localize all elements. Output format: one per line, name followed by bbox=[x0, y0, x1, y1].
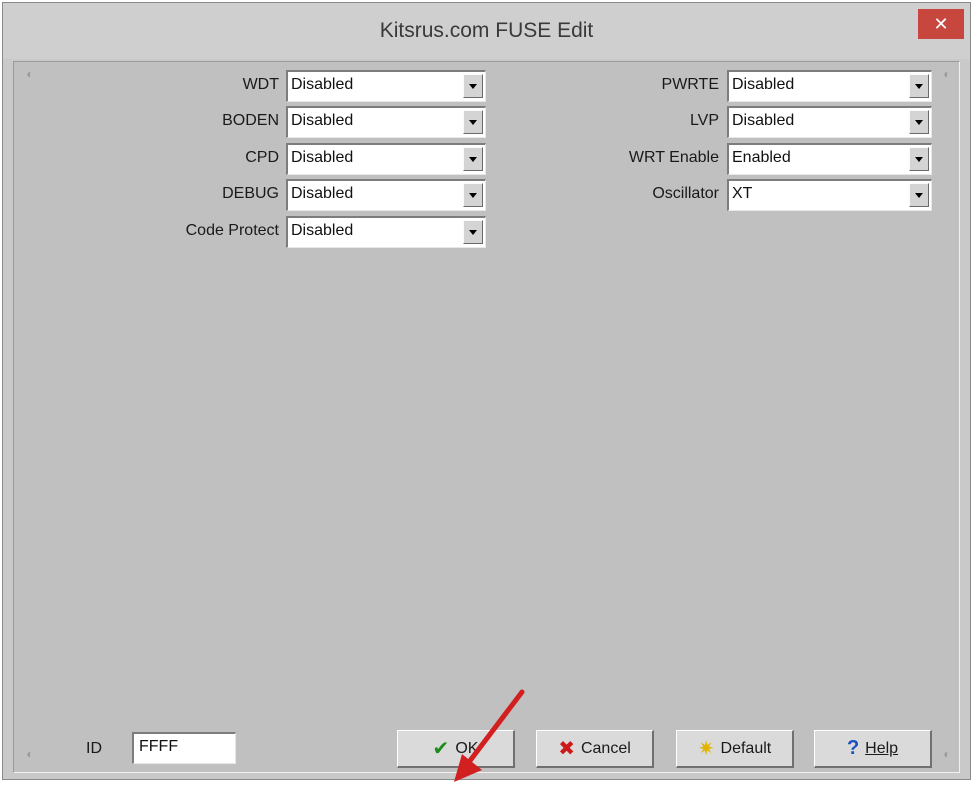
resize-corner-icon: ◐ bbox=[26, 747, 34, 761]
chevron-down-icon[interactable] bbox=[909, 147, 929, 171]
oscillator-select[interactable]: XT bbox=[727, 179, 932, 211]
checkmark-icon: ✔ bbox=[432, 738, 450, 760]
help-button[interactable]: ? Help bbox=[814, 730, 932, 768]
resize-corner-icon: ◐ bbox=[26, 67, 34, 81]
boden-label: BODEN bbox=[222, 112, 279, 129]
code-protect-value: Disabled bbox=[291, 222, 354, 239]
chevron-down-icon[interactable] bbox=[463, 220, 483, 244]
wrt-enable-label: WRT Enable bbox=[628, 149, 719, 166]
ok-button[interactable]: ✔ OK bbox=[397, 730, 515, 768]
cancel-button-label: Cancel bbox=[580, 739, 631, 757]
chevron-down-icon[interactable] bbox=[463, 183, 483, 207]
debug-value: Disabled bbox=[291, 185, 354, 202]
x-mark-icon: ✖ bbox=[558, 738, 575, 760]
cpd-value: Disabled bbox=[291, 149, 354, 166]
chevron-down-icon[interactable] bbox=[463, 147, 483, 171]
boden-select[interactable]: Disabled bbox=[286, 106, 486, 138]
oscillator-label: Oscillator bbox=[652, 185, 719, 202]
fuse-edit-window: Kitsrus.com FUSE Edit ✕ ◐ ◐ ◐ ◐ WDT Disa… bbox=[2, 2, 971, 782]
wrt-enable-select[interactable]: Enabled bbox=[727, 143, 932, 175]
oscillator-value: XT bbox=[732, 185, 753, 202]
code-protect-label: Code Protect bbox=[185, 222, 279, 239]
chevron-down-icon[interactable] bbox=[909, 110, 929, 134]
default-button[interactable]: ✷ Default bbox=[676, 730, 794, 768]
ok-button-label: OK bbox=[455, 739, 479, 757]
wdt-value: Disabled bbox=[291, 76, 354, 93]
lvp-value: Disabled bbox=[732, 112, 795, 129]
lvp-select[interactable]: Disabled bbox=[727, 106, 932, 138]
pwrte-value: Disabled bbox=[732, 76, 795, 93]
chevron-down-icon[interactable] bbox=[909, 183, 929, 207]
id-input[interactable]: FFFF bbox=[132, 732, 236, 764]
help-button-label: Help bbox=[865, 739, 899, 757]
pwrte-label: PWRTE bbox=[661, 76, 719, 93]
chevron-down-icon[interactable] bbox=[463, 110, 483, 134]
dialog-client-area: ◐ ◐ ◐ ◐ WDT Disabled BODEN Disabled CPD … bbox=[13, 61, 960, 782]
boden-value: Disabled bbox=[291, 112, 354, 129]
id-label: ID bbox=[86, 740, 102, 757]
cpd-select[interactable]: Disabled bbox=[286, 143, 486, 175]
resize-corner-icon: ◐ bbox=[943, 747, 951, 761]
debug-label: DEBUG bbox=[222, 185, 279, 202]
cancel-button[interactable]: ✖ Cancel bbox=[536, 730, 654, 768]
resize-corner-icon: ◐ bbox=[943, 67, 951, 81]
pwrte-select[interactable]: Disabled bbox=[727, 70, 932, 102]
chevron-down-icon[interactable] bbox=[463, 74, 483, 98]
question-mark-icon: ? bbox=[846, 737, 860, 759]
default-button-label: Default bbox=[720, 739, 772, 757]
wdt-label: WDT bbox=[242, 76, 279, 93]
title-bar[interactable]: Kitsrus.com FUSE Edit ✕ bbox=[3, 3, 970, 59]
close-icon: ✕ bbox=[933, 14, 949, 34]
chevron-down-icon[interactable] bbox=[909, 74, 929, 98]
code-protect-select[interactable]: Disabled bbox=[286, 216, 486, 248]
sparkle-icon: ✷ bbox=[697, 738, 715, 760]
cpd-label: CPD bbox=[245, 149, 279, 166]
close-button[interactable]: ✕ bbox=[918, 9, 964, 39]
window-title: Kitsrus.com FUSE Edit bbox=[379, 19, 594, 42]
wdt-select[interactable]: Disabled bbox=[286, 70, 486, 102]
lvp-label: LVP bbox=[689, 112, 719, 129]
wrt-enable-value: Enabled bbox=[732, 149, 791, 166]
debug-select[interactable]: Disabled bbox=[286, 179, 486, 211]
